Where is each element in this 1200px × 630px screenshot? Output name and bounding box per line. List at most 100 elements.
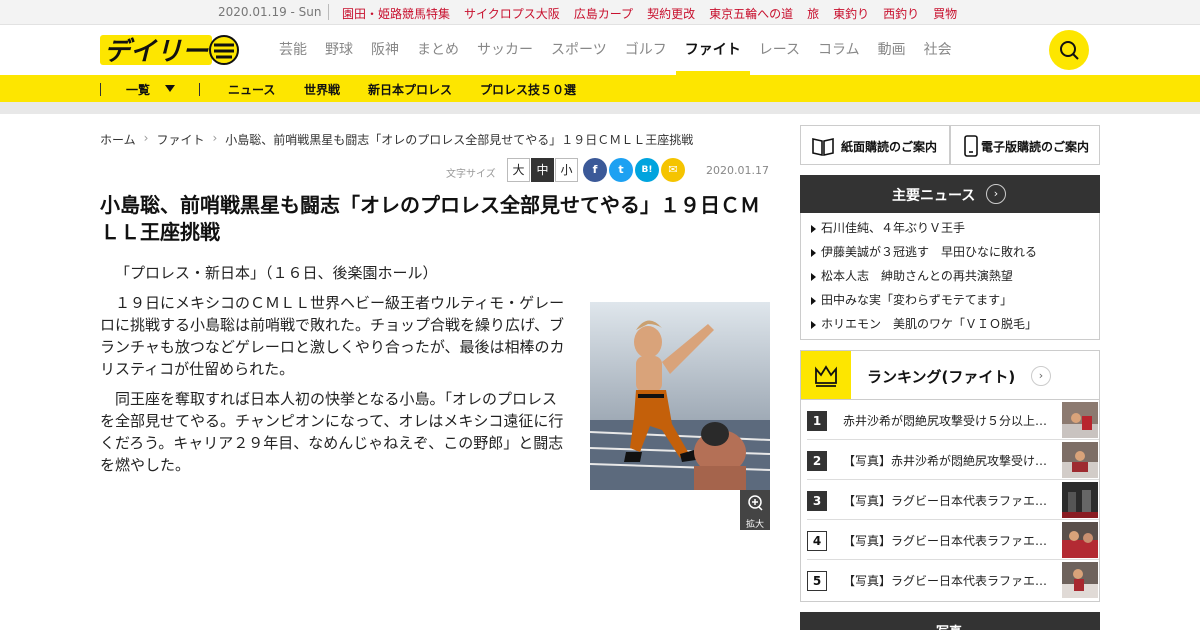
chevron-right-icon[interactable]: › — [1031, 366, 1051, 386]
rank-number: 2 — [807, 451, 827, 471]
rank-number: 3 — [807, 491, 827, 511]
svg-text:デイリー: デイリー — [104, 37, 209, 67]
site-logo[interactable]: デイリー — [100, 33, 240, 67]
nav-item-matome[interactable]: まとめ — [408, 25, 468, 75]
top-bar: 2020.01.19 - Sun 園田・姫路競馬特集 サイクロプス大阪 広島カー… — [0, 0, 1200, 25]
separator-strip — [0, 102, 1200, 114]
ranking-header: ランキング(ファイト) › — [800, 350, 1100, 400]
top-link[interactable]: 東釣り — [833, 5, 869, 22]
breadcrumb-fight[interactable]: ファイト — [156, 131, 204, 148]
search-button[interactable] — [1049, 30, 1089, 70]
dropdown-arrow-icon[interactable] — [165, 85, 175, 92]
top-link[interactable]: サイクロプス大阪 — [464, 5, 560, 22]
top-link[interactable]: 広島カープ — [574, 5, 633, 22]
subnav-item-moves[interactable]: プロレス技５０選 — [480, 81, 576, 98]
twitter-share-icon[interactable]: t — [609, 158, 633, 182]
article-paragraph: 同王座を奪取すれば日本人初の快挙となる小島。「オレのプロレスを全部見せてやる。チ… — [100, 390, 564, 474]
nav-item-entertainment[interactable]: 芸能 — [270, 25, 316, 75]
rank-number: 5 — [807, 571, 827, 591]
subnav-item-world-title[interactable]: 世界戦 — [304, 81, 340, 98]
article-subhead: 「プロレス・新日本」（１６日、後楽園ホール） — [115, 264, 438, 282]
facebook-share-icon[interactable]: f — [583, 158, 607, 182]
nav-item-fight[interactable]: ファイト — [675, 25, 750, 75]
smartphone-icon — [964, 135, 978, 157]
font-size-small-button[interactable]: 小 — [555, 158, 578, 182]
zoom-in-icon — [748, 495, 763, 511]
list-item[interactable]: 石川佳純、４年ぶりＶ王手 — [801, 217, 1099, 241]
top-link[interactable]: 旅 — [807, 5, 819, 22]
ranking-thumbnail — [1062, 482, 1098, 518]
top-links: 園田・姫路競馬特集 サイクロプス大阪 広島カープ 契約更改 東京五輪への道 旅 … — [342, 5, 957, 22]
top-link[interactable]: 買物 — [933, 5, 957, 22]
font-size-medium-button[interactable]: 中 — [531, 158, 554, 182]
ranking-headline: 【写真】ラグビー日本代表ラファエレ選手が参戦 — [843, 534, 1057, 548]
ranking-list: 1 赤井沙希が悶絶尻攻撃受け５分以上失神 2 【写真】赤井沙希が悶絶尻攻撃受け５… — [800, 400, 1100, 602]
digital-subscription-button[interactable]: 電子版購読のご案内 — [950, 125, 1100, 165]
top-link[interactable]: 園田・姫路競馬特集 — [342, 5, 450, 22]
nav-item-soccer[interactable]: サッカー — [468, 25, 542, 75]
ranking-row[interactable]: 1 赤井沙希が悶絶尻攻撃受け５分以上失神 — [801, 400, 1099, 440]
breadcrumb-current: 小島聡、前哨戦黒星も闘志「オレのプロレス全部見せてやる」１９日ＣＭＬＬ王座挑戦 — [225, 133, 694, 147]
breadcrumb-home[interactable]: ホーム — [100, 131, 136, 148]
font-size-large-button[interactable]: 大 — [507, 158, 530, 182]
main-news-header: 主要ニュース › — [800, 175, 1100, 213]
nav-item-society[interactable]: 社会 — [915, 25, 961, 75]
top-link[interactable]: 東京五輪への道 — [709, 5, 793, 22]
nav-item-video[interactable]: 動画 — [869, 25, 915, 75]
nav-item-sports[interactable]: スポーツ — [542, 25, 616, 75]
logo-graphic: デイリー — [100, 35, 239, 67]
hatena-bookmark-icon[interactable]: B! — [635, 158, 659, 182]
breadcrumb: ホーム › ファイト › 小島聡、前哨戦黒星も闘志「オレのプロレス全部見せてやる… — [100, 131, 693, 148]
ranking-thumbnail — [1062, 562, 1098, 598]
digital-subscription-label: 電子版購読のご案内 — [981, 140, 1090, 154]
ranking-row[interactable]: 2 【写真】赤井沙希が悶絶尻攻撃受け５分以上失神 — [801, 440, 1099, 480]
photo-section-header: 写真 — [800, 612, 1100, 630]
nav-item-race[interactable]: レース — [750, 25, 809, 75]
divider — [100, 83, 101, 96]
article-body: 「プロレス・新日本」（１６日、後楽園ホール） １９日にメキシコのＣＭＬＬ世界ヘビ… — [100, 262, 566, 484]
article-title: 小島聡、前哨戦黒星も闘志「オレのプロレス全部見せてやる」１９日ＣＭＬＬ王座挑戦 — [100, 193, 760, 244]
search-icon — [1060, 41, 1079, 60]
ranking-row[interactable]: 5 【写真】ラグビー日本代表ラファエレ選手が参戦 — [801, 560, 1099, 600]
ranking-thumbnail — [1062, 402, 1098, 438]
ranking-headline: 赤井沙希が悶絶尻攻撃受け５分以上失神 — [843, 414, 1057, 428]
photo-section-title: 写真 — [936, 621, 962, 630]
top-link[interactable]: 西釣り — [883, 5, 919, 22]
ranking-row[interactable]: 4 【写真】ラグビー日本代表ラファエレ選手が参戦 — [801, 520, 1099, 560]
subnav-item-news[interactable]: ニュース — [228, 81, 275, 98]
rank-number: 4 — [807, 531, 827, 551]
sub-nav: 一覧 ニュース 世界戦 新日本プロレス プロレス技５０選 — [0, 75, 1200, 102]
chevron-right-icon[interactable]: › — [986, 184, 1006, 204]
list-item[interactable]: ホリエモン 美肌のワケ「ＶＩＯ脱毛」 — [801, 313, 1099, 337]
chevron-right-icon: › — [143, 131, 149, 145]
nav-item-baseball[interactable]: 野球 — [316, 25, 362, 75]
ranking-row[interactable]: 3 【写真】ラグビー日本代表ラファエレ選手が参戦 — [801, 480, 1099, 520]
rank-number: 1 — [807, 411, 827, 431]
ranking-headline: 【写真】赤井沙希が悶絶尻攻撃受け５分以上失神 — [843, 454, 1057, 468]
top-link[interactable]: 契約更改 — [647, 5, 695, 22]
zoom-label: 拡大 — [745, 520, 764, 530]
crown-icon — [801, 351, 851, 399]
font-size-label: 文字サイズ — [446, 169, 496, 180]
ranking-headline: 【写真】ラグビー日本代表ラファエレ選手が参戦 — [843, 494, 1057, 508]
list-item[interactable]: 田中みな実「変わらずモテてます」 — [801, 289, 1099, 313]
nav-item-golf[interactable]: ゴルフ — [616, 25, 676, 75]
article-photo[interactable] — [590, 302, 770, 490]
divider — [328, 4, 329, 20]
ranking-thumbnail — [1062, 522, 1098, 558]
book-icon — [812, 138, 834, 156]
zoom-button[interactable]: 拡大 — [740, 490, 770, 530]
divider — [199, 83, 200, 96]
nav-item-column[interactable]: コラム — [809, 25, 869, 75]
subnav-item-njpw[interactable]: 新日本プロレス — [368, 81, 452, 98]
nav-item-hanshin[interactable]: 阪神 — [362, 25, 408, 75]
site-header: デイリー 芸能 野球 阪神 まとめ サッカー スポーツ ゴルフ ファイト レース… — [0, 25, 1200, 75]
list-item[interactable]: 伊藤美誠が３冠逃す 早田ひなに敗れる — [801, 241, 1099, 265]
article-date: 2020.01.17 — [706, 164, 769, 177]
paper-subscription-button[interactable]: 紙面購読のご案内 — [800, 125, 950, 165]
main-news-list: 石川佳純、４年ぶりＶ王手 伊藤美誠が３冠逃す 早田ひなに敗れる 松本人志 紳助さ… — [800, 213, 1100, 340]
ranking-title: ランキング(ファイト) — [867, 368, 1016, 386]
line-share-icon[interactable]: ✉ — [661, 158, 685, 182]
list-dropdown-label[interactable]: 一覧 — [126, 81, 150, 98]
list-item[interactable]: 松本人志 紳助さんとの再共演熱望 — [801, 265, 1099, 289]
